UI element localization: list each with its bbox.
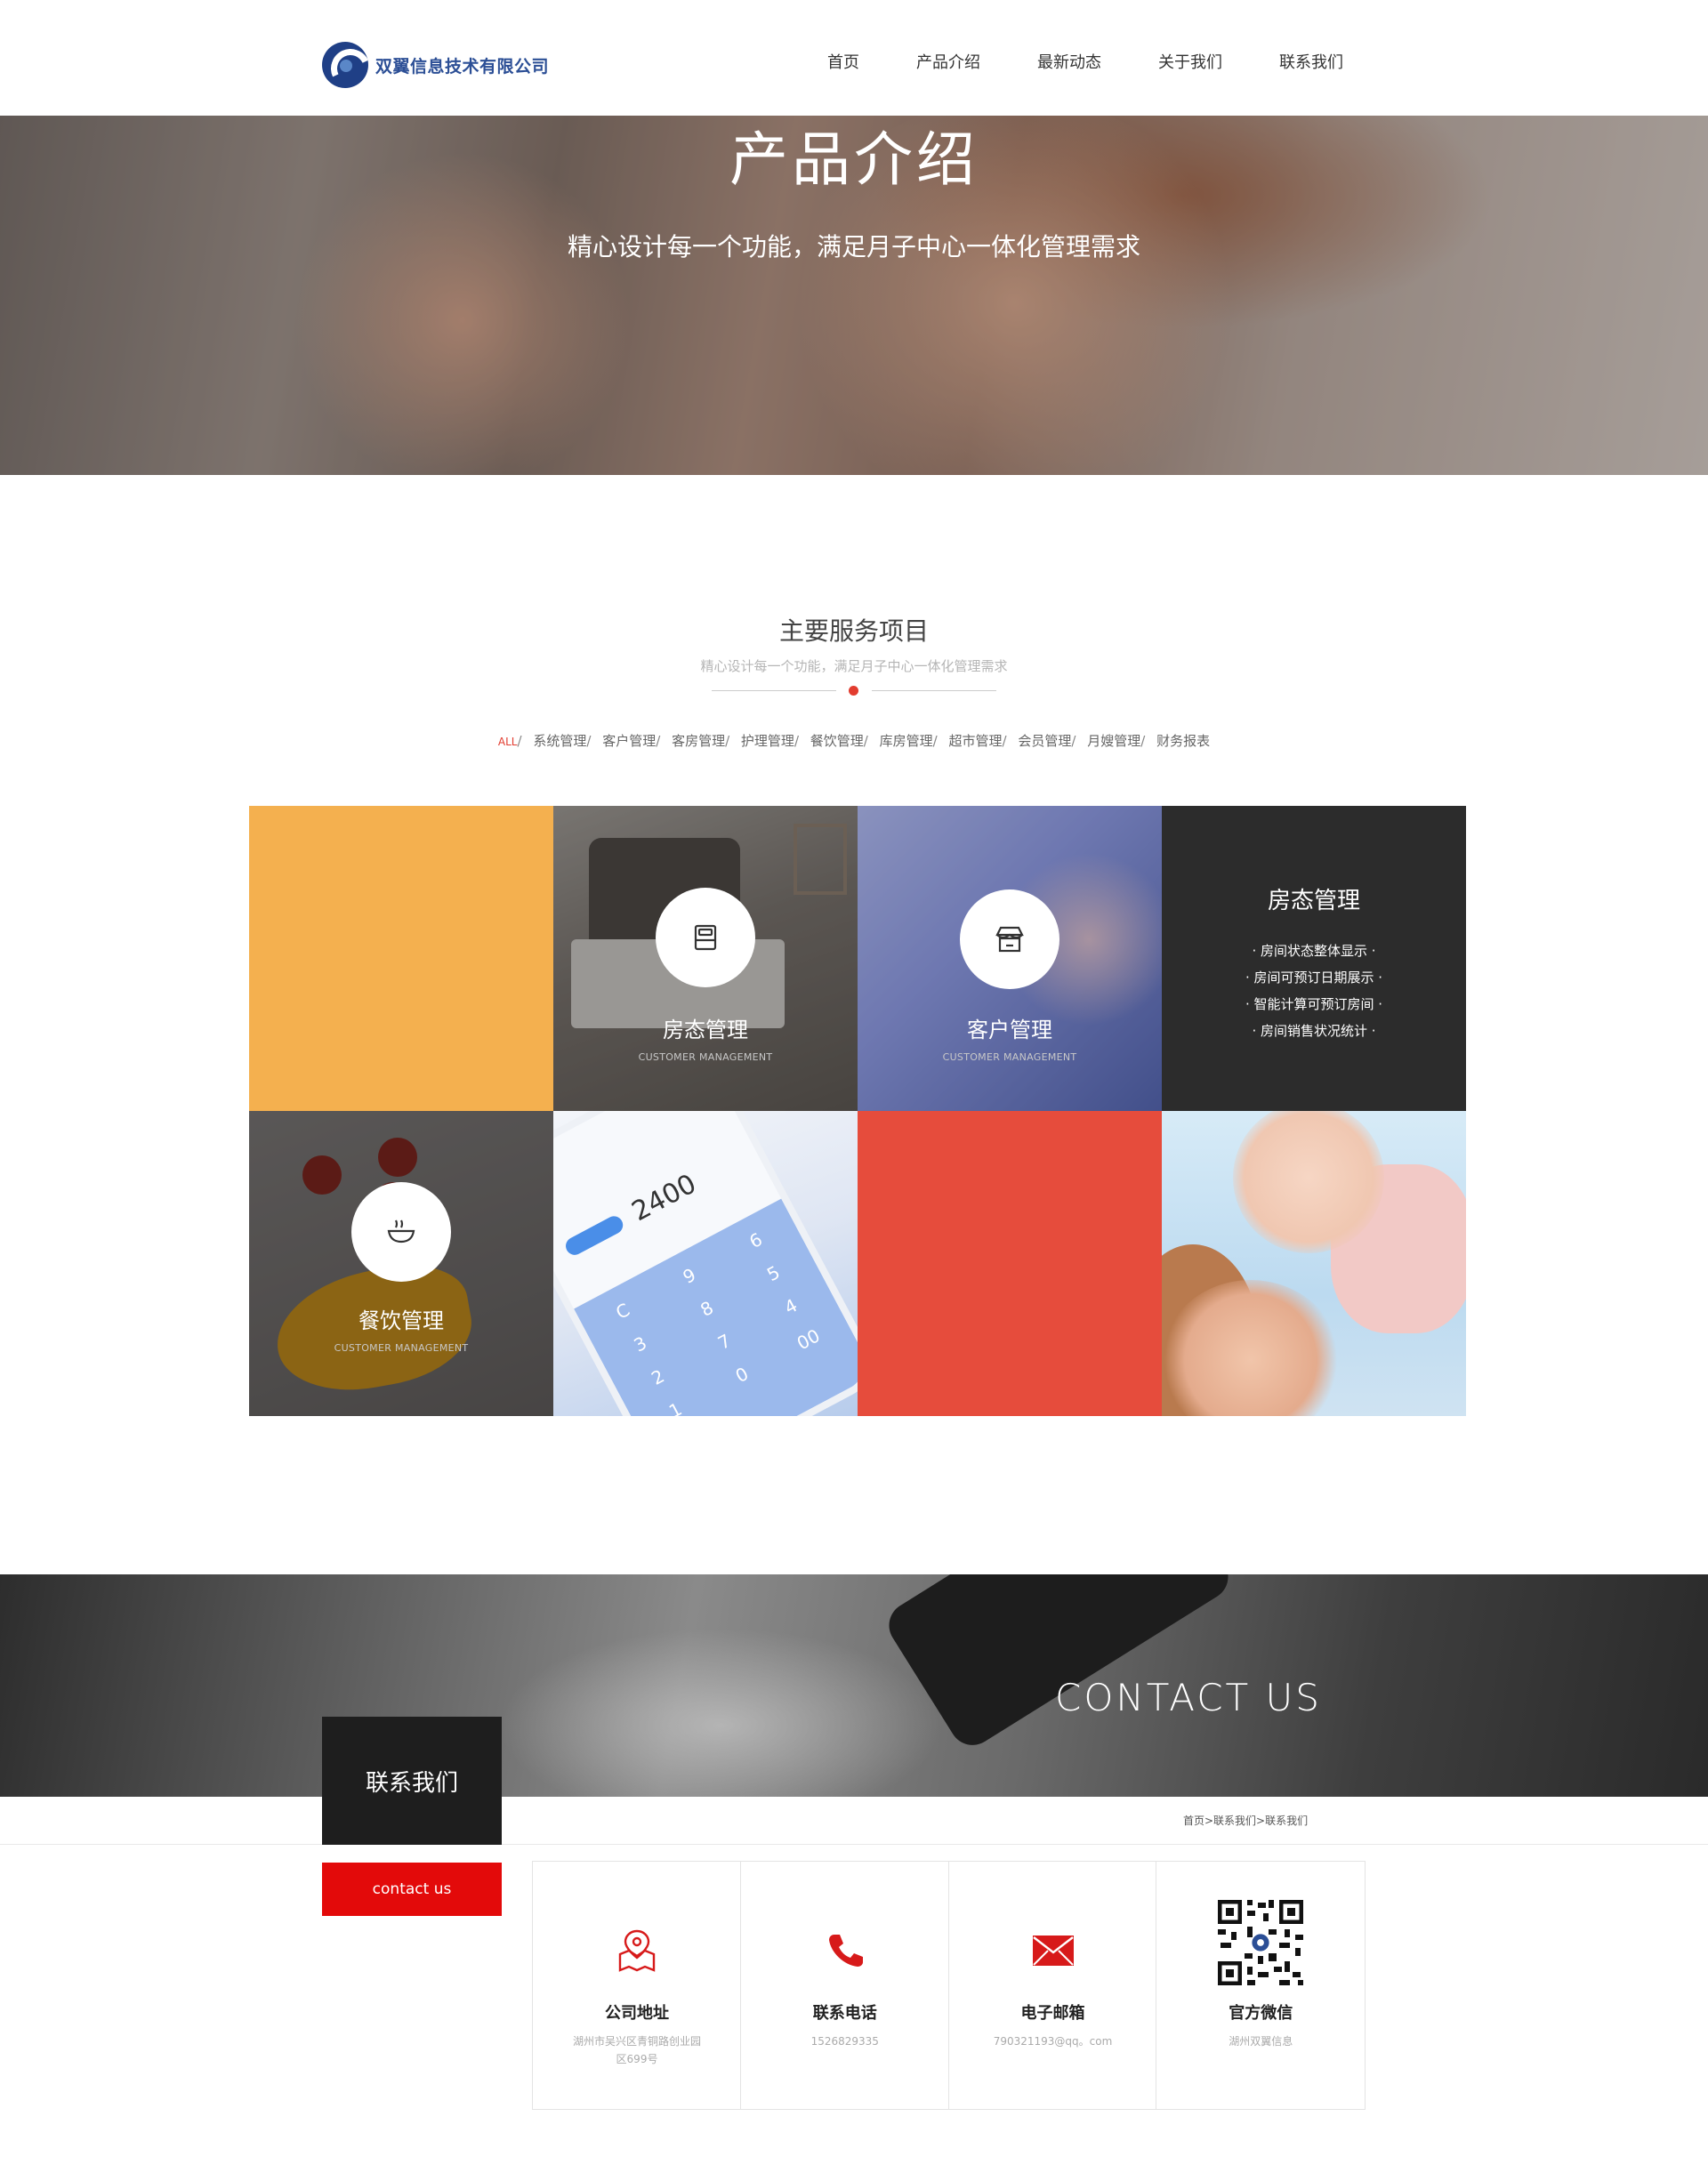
email-card: 电子邮箱 790321193@qq。com <box>949 1862 1157 2109</box>
card-value: 湖州双翼信息 <box>1229 2035 1293 2048</box>
filter-system[interactable]: 系统管理 <box>533 733 586 749</box>
tile-red[interactable] <box>858 1111 1162 1416</box>
filter-nanny[interactable]: 月嫂管理 <box>1087 733 1140 749</box>
tile-room-status[interactable]: 房态管理 CUSTOMER MANAGEMENT <box>553 806 858 1111</box>
nav-about[interactable]: 关于我们 <box>1158 50 1222 73</box>
contact-us-label: contact us <box>372 1880 452 1898</box>
tile-phone[interactable]: 2400 C 9 6 3 8 5 2 7 4 1 0 00 <box>553 1111 858 1416</box>
nav-home[interactable]: 首页 <box>827 50 859 73</box>
bowl-icon <box>387 1219 415 1243</box>
wechat-card: 官方微信 湖州双翼信息 <box>1156 1862 1365 2109</box>
contact-title-box: 联系我们 <box>322 1717 502 1845</box>
phone-amount: 2400 <box>626 1168 702 1228</box>
service-grid: 房态管理 CUSTOMER MANAGEMENT 客户管理 CUSTOMER M… <box>249 806 1466 1416</box>
tile-room-features[interactable]: 房态管理 · 房间状态整体显示 · · 房间可预订日期展示 · · 智能计算可预… <box>1162 806 1466 1111</box>
site-header: 双翼信息技术有限公司 首页 产品介绍 最新动态 关于我们 联系我们 <box>0 0 1708 116</box>
section-title: 主要服务项目 <box>778 616 929 646</box>
key: 2 <box>648 1364 668 1389</box>
phone-card: 联系电话 1526829335 <box>741 1862 949 2109</box>
contact-cards: 公司地址 湖州市吴兴区青铜路创业园区699号 联系电话 1526829335 电… <box>532 1861 1366 2110</box>
tile-title: 房态管理 <box>663 1018 748 1042</box>
contact-banner <box>0 1574 1708 1797</box>
card-title: 公司地址 <box>605 2004 669 2023</box>
card-title: 电子邮箱 <box>1020 2004 1085 2023</box>
divider-dot <box>849 686 858 696</box>
bowl-icon-circle <box>351 1182 451 1282</box>
contact-title: 联系我们 <box>365 1769 458 1797</box>
store-icon <box>995 926 1024 953</box>
page: 双翼信息技术有限公司 首页 产品介绍 最新动态 关于我们 联系我们 产品介绍 精… <box>0 0 1708 2173</box>
feature-list: · 房间状态整体显示 · · 房间可预订日期展示 · · 智能计算可预订房间 ·… <box>1162 938 1466 1044</box>
card-value[interactable]: 1526829335 <box>777 2032 914 2050</box>
feature-item: · 智能计算可预订房间 · <box>1245 996 1383 1012</box>
logo[interactable]: 双翼信息技术有限公司 <box>322 42 549 88</box>
map-pin-icon <box>618 1929 656 1972</box>
nav-contact[interactable]: 联系我们 <box>1279 50 1343 73</box>
expense-tag <box>562 1212 626 1259</box>
tile-title: 房态管理 <box>1267 888 1360 914</box>
card-value: 湖州市吴兴区青铜路创业园区699号 <box>572 2035 701 2065</box>
nav-products[interactable]: 产品介绍 <box>916 50 980 73</box>
tile-title: 餐饮管理 <box>359 1308 444 1333</box>
tile-customer[interactable]: 客户管理 CUSTOMER MANAGEMENT <box>858 806 1162 1111</box>
phone-mockup: 2400 C 9 6 3 8 5 2 7 4 1 0 00 <box>553 1111 858 1416</box>
nav-news[interactable]: 最新动态 <box>1037 50 1101 73</box>
section-subtitle: 精心设计每一个功能，满足月子中心一体化管理需求 <box>700 658 1008 674</box>
filter-finance[interactable]: 财务报表 <box>1156 733 1210 749</box>
filter-supermarket[interactable]: 超市管理 <box>949 733 1003 749</box>
contact-banner-title: CONTACT US <box>1055 1676 1322 1719</box>
hand-shape <box>498 1628 943 1797</box>
breadcrumb[interactable]: 首页>联系我们>联系我们 <box>1183 1813 1308 1828</box>
key: 3 <box>630 1332 651 1356</box>
filter-nursing[interactable]: 护理管理 <box>741 733 794 749</box>
phone-icon <box>828 1935 863 1967</box>
tile-subtitle: CUSTOMER MANAGEMENT <box>942 1051 1077 1063</box>
banner-subtitle: 精心设计每一个功能，满足月子中心一体化管理需求 <box>567 232 1140 262</box>
card-value[interactable]: 790321193@qq。com <box>985 2032 1122 2050</box>
key: 4 <box>780 1294 802 1319</box>
feature-item: · 房间可预订日期展示 · <box>1245 970 1383 986</box>
company-name: 双翼信息技术有限公司 <box>375 56 550 76</box>
logo-icon <box>322 42 368 88</box>
banner-title: 产品介绍 <box>729 125 979 194</box>
contact-us-button[interactable]: contact us <box>322 1863 502 1916</box>
filter-member[interactable]: 会员管理 <box>1018 733 1071 749</box>
key: 5 <box>763 1261 784 1286</box>
tile-title: 客户管理 <box>967 1018 1052 1042</box>
feature-item: · 房间销售状况统计 · <box>1252 1023 1376 1039</box>
address-card: 公司地址 湖州市吴兴区青铜路创业园区699号 <box>533 1862 741 2109</box>
divider-right <box>872 690 996 691</box>
tile-subtitle: CUSTOMER MANAGEMENT <box>638 1051 773 1063</box>
card-title: 联系电话 <box>812 2004 877 2023</box>
bed-icon-circle <box>656 888 755 987</box>
filter-customer[interactable]: 客户管理 <box>602 733 656 749</box>
key: 8 <box>697 1296 717 1321</box>
tile-catering[interactable]: 餐饮管理 CUSTOMER MANAGEMENT <box>249 1111 553 1416</box>
tile-subtitle: CUSTOMER MANAGEMENT <box>334 1342 469 1354</box>
filter-warehouse[interactable]: 库房管理 <box>880 733 933 749</box>
filter-all[interactable]: ALL <box>498 736 518 748</box>
tile-mother-baby[interactable] <box>1162 1111 1466 1416</box>
filter-bar: ALL/ 系统管理/ 客户管理/ 客房管理/ 护理管理/ 餐饮管理/ 库房管理/… <box>497 733 1211 749</box>
bed-icon <box>694 924 717 951</box>
store-icon-circle <box>960 889 1059 989</box>
key: 7 <box>713 1329 735 1355</box>
tile-orange[interactable] <box>249 806 553 1111</box>
qr-code-icon[interactable] <box>1215 1897 1307 1988</box>
divider <box>0 1844 1708 1845</box>
divider-left <box>712 690 836 691</box>
main-nav: 首页 产品介绍 最新动态 关于我们 联系我们 <box>827 50 1400 73</box>
filter-catering[interactable]: 餐饮管理 <box>810 733 864 749</box>
card-title: 官方微信 <box>1229 2004 1293 2023</box>
filter-rooms[interactable]: 客房管理 <box>672 733 725 749</box>
mail-icon <box>1032 1936 1074 1966</box>
feature-item: · 房间状态整体显示 · <box>1252 943 1376 959</box>
